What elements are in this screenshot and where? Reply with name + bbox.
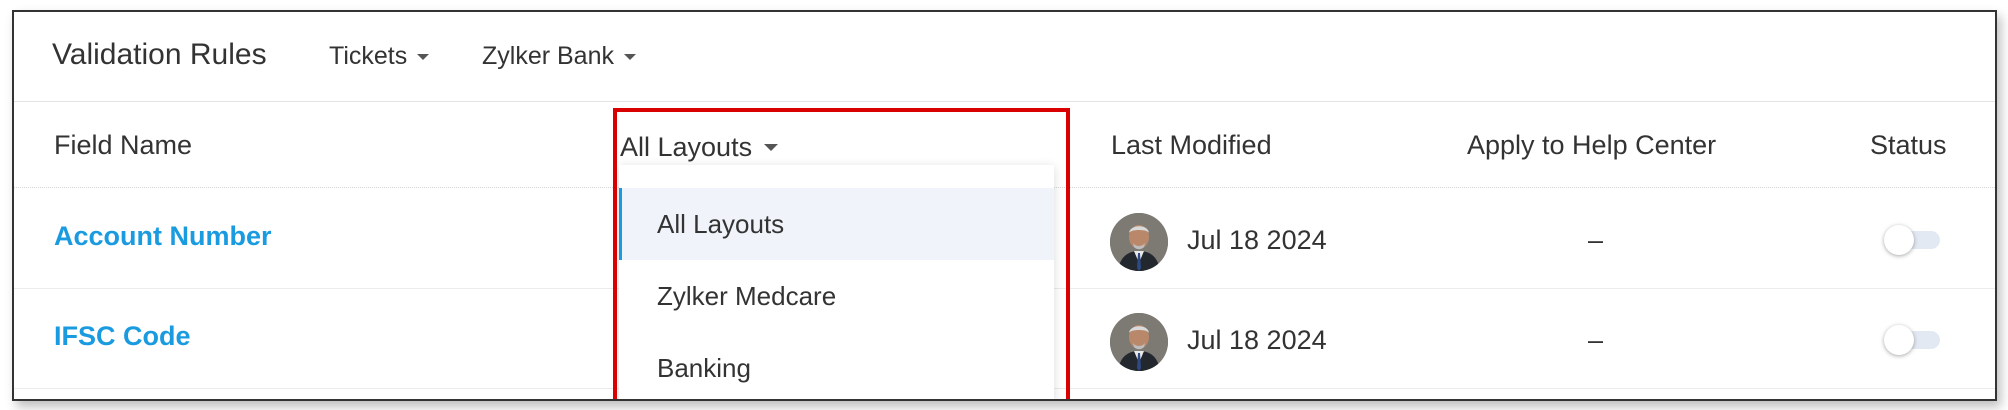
menu-item-zylker-medcare[interactable]: Zylker Medcare xyxy=(619,260,1054,332)
department-dropdown[interactable]: Zylker Bank xyxy=(482,42,636,71)
caret-down-icon xyxy=(417,53,430,60)
status-toggle[interactable] xyxy=(1884,225,1942,255)
module-dropdown[interactable]: Tickets xyxy=(329,42,430,71)
page-header: Validation Rules Tickets Zylker Bank xyxy=(14,12,1995,102)
layout-filter-dropdown[interactable]: All Layouts xyxy=(620,132,779,163)
layout-filter-label: All Layouts xyxy=(620,132,753,162)
validation-rules-panel: Validation Rules Tickets Zylker Bank Fie… xyxy=(12,10,1997,401)
department-dropdown-label: Zylker Bank xyxy=(482,42,614,70)
status-toggle[interactable] xyxy=(1884,325,1942,355)
menu-item-banking[interactable]: Banking xyxy=(619,332,1054,399)
avatar xyxy=(1110,213,1168,271)
menu-item-all-layouts[interactable]: All Layouts xyxy=(619,188,1054,260)
field-name-link[interactable]: Account Number xyxy=(54,221,272,252)
last-modified-date: Jul 18 2024 xyxy=(1187,325,1327,355)
column-header-last-modified: Last Modified xyxy=(1111,130,1272,160)
caret-down-icon xyxy=(764,144,779,151)
help-center-value: – xyxy=(1588,325,1604,355)
help-center-value: – xyxy=(1588,225,1604,255)
toggle-knob xyxy=(1884,325,1914,355)
column-header-apply-help-center: Apply to Help Center xyxy=(1467,130,1717,160)
avatar xyxy=(1110,313,1168,371)
toggle-knob xyxy=(1884,225,1914,255)
caret-down-icon xyxy=(623,53,636,60)
last-modified-date: Jul 18 2024 xyxy=(1187,225,1327,255)
column-header-field-name: Field Name xyxy=(54,130,193,160)
column-header-status: Status xyxy=(1870,130,1947,160)
layout-dropdown-menu: All Layouts Zylker Medcare Banking xyxy=(619,165,1054,399)
page-title: Validation Rules xyxy=(52,38,267,71)
module-dropdown-label: Tickets xyxy=(329,42,408,70)
field-name-link[interactable]: IFSC Code xyxy=(54,321,191,352)
